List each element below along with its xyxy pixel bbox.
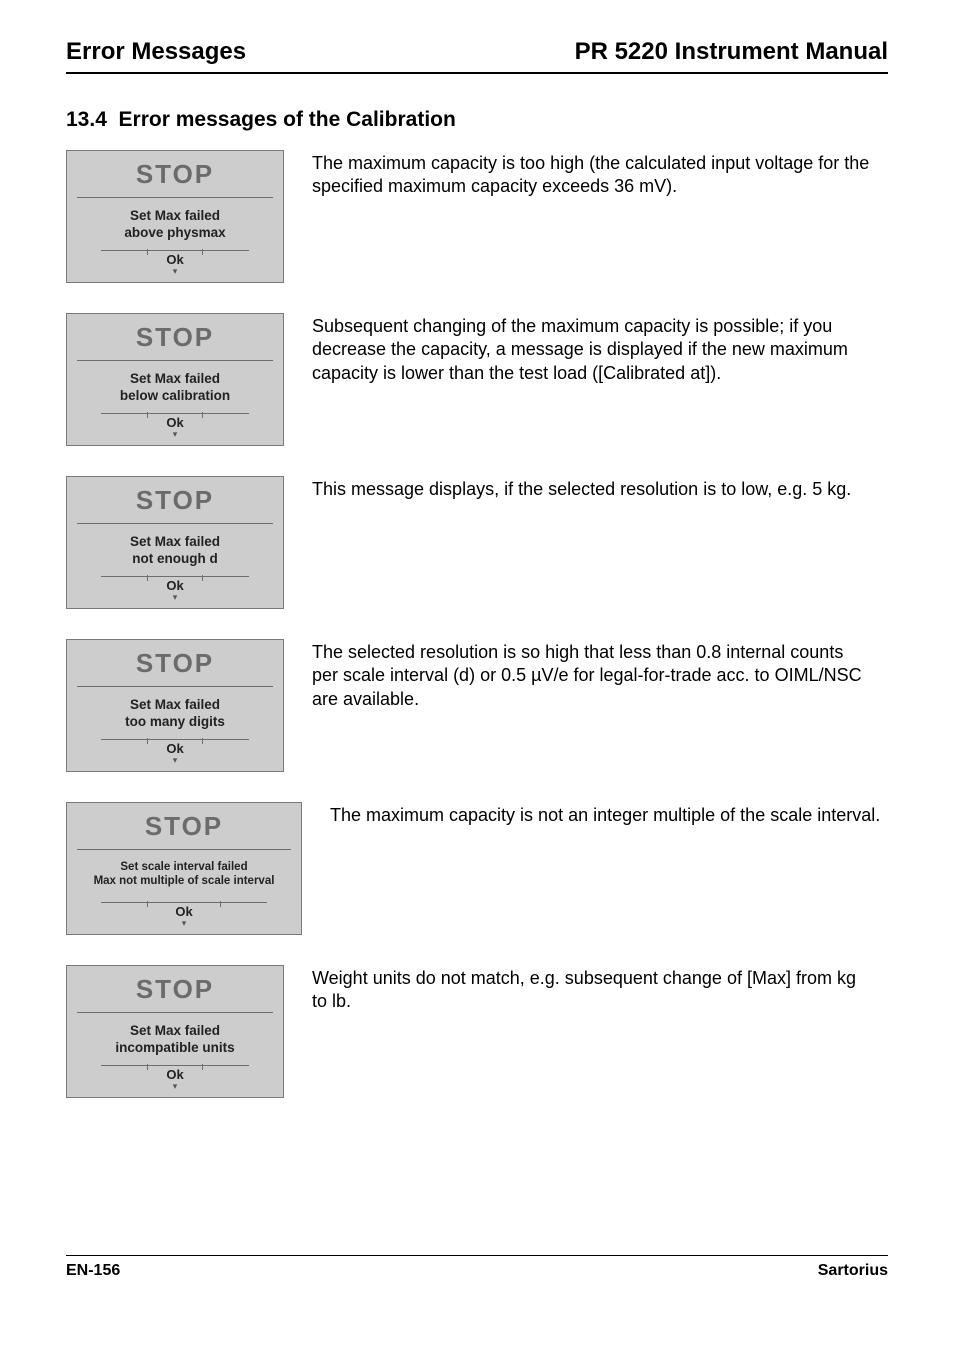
footer-page-number: EN-156 — [66, 1262, 120, 1280]
lcd-message-line2: not enough d — [132, 551, 217, 566]
chevron-down-icon: ▾ — [77, 756, 273, 765]
divider — [101, 739, 249, 740]
lcd-message-line1: Set Max failed — [130, 697, 220, 712]
lcd-message-line2: too many digits — [125, 714, 225, 729]
lcd-ok-row: Ok▾ — [77, 1065, 273, 1093]
lcd-message-line2: below calibration — [120, 388, 230, 403]
lcd-message: Set Max failed above physmax — [77, 208, 273, 242]
lcd-ok-row: Ok▾ — [77, 739, 273, 767]
error-description: The maximum capacity is too high (the ca… — [312, 150, 872, 199]
lcd-message-line1: Set scale interval failed — [120, 861, 247, 873]
lcd-dialog: STOP Set Max failed too many digits Ok▾ — [66, 639, 284, 772]
lcd-ok-row: Ok▾ — [77, 576, 273, 604]
error-entry: STOP Set Max failed above physmax Ok▾ The ma… — [66, 150, 888, 283]
lcd-dialog: STOP Set Max failed above physmax Ok▾ — [66, 150, 284, 283]
lcd-message-line2: incompatible units — [115, 1040, 234, 1055]
divider — [77, 523, 273, 524]
ok-button[interactable]: Ok — [77, 415, 273, 430]
error-entry: STOP Set Max failed below calibration Ok▾ Su… — [66, 313, 888, 446]
divider — [77, 849, 291, 850]
lcd-dialog: STOP Set Max failed not enough d Ok▾ — [66, 476, 284, 609]
divider — [77, 1012, 273, 1013]
page-footer: EN-156 Sartorius — [66, 1255, 888, 1280]
ok-button[interactable]: Ok — [77, 1067, 273, 1082]
divider — [101, 413, 249, 414]
lcd-stop-label: STOP — [77, 976, 273, 1006]
lcd-message-line1: Set Max failed — [130, 534, 220, 549]
divider — [77, 360, 273, 361]
error-description: The maximum capacity is not an integer m… — [330, 802, 880, 827]
section-heading: 13.4 Error messages of the Calibration — [66, 108, 888, 132]
lcd-stop-label: STOP — [77, 650, 273, 680]
lcd-dialog: STOP Set Max failed below calibration Ok▾ — [66, 313, 284, 446]
error-entry: STOP Set Max failed incompatible units Ok▾ W… — [66, 965, 888, 1098]
error-entry: STOP Set Max failed too many digits Ok▾ The … — [66, 639, 888, 772]
lcd-message-line2: Max not multiple of scale interval — [94, 875, 275, 887]
error-entry: STOP Set Max failed not enough d Ok▾ This me… — [66, 476, 888, 609]
section-number: 13.4 — [66, 108, 107, 131]
ok-button[interactable]: Ok — [77, 741, 273, 756]
lcd-message: Set scale interval failed Max not multipl… — [77, 860, 291, 894]
divider — [77, 686, 273, 687]
lcd-message-line2: above physmax — [124, 225, 225, 240]
error-entry: STOP Set scale interval failed Max not mul… — [66, 802, 888, 935]
divider — [101, 576, 249, 577]
lcd-message: Set Max failed incompatible units — [77, 1023, 273, 1057]
page-header: Error Messages PR 5220 Instrument Manual — [66, 38, 888, 74]
page: Error Messages PR 5220 Instrument Manual… — [0, 0, 954, 1350]
section-title-text: Error messages of the Calibration — [119, 108, 456, 131]
lcd-message: Set Max failed not enough d — [77, 534, 273, 568]
lcd-ok-row: Ok▾ — [77, 250, 273, 278]
chevron-down-icon: ▾ — [77, 1082, 273, 1091]
lcd-ok-row: Ok▾ — [77, 413, 273, 441]
chevron-down-icon: ▾ — [77, 430, 273, 439]
divider — [101, 250, 249, 251]
lcd-message-line1: Set Max failed — [130, 371, 220, 386]
chevron-down-icon: ▾ — [77, 593, 273, 602]
lcd-stop-label: STOP — [77, 161, 273, 191]
lcd-dialog: STOP Set Max failed incompatible units Ok▾ — [66, 965, 284, 1098]
divider — [77, 197, 273, 198]
divider — [101, 1065, 249, 1066]
divider — [101, 902, 267, 903]
error-description: Weight units do not match, e.g. subseque… — [312, 965, 872, 1014]
lcd-message-line1: Set Max failed — [130, 208, 220, 223]
lcd-stop-label: STOP — [77, 324, 273, 354]
lcd-message-line1: Set Max failed — [130, 1023, 220, 1038]
chevron-down-icon: ▾ — [77, 919, 291, 928]
error-description: Subsequent changing of the maximum capac… — [312, 313, 872, 385]
error-description: This message displays, if the selected r… — [312, 476, 851, 501]
error-description: The selected resolution is so high that … — [312, 639, 872, 711]
lcd-dialog: STOP Set scale interval failed Max not mul… — [66, 802, 302, 935]
header-left: Error Messages — [66, 38, 246, 66]
error-entries: STOPSet Max failedabove physmaxOk▾The ma… — [66, 150, 888, 1098]
lcd-stop-label: STOP — [77, 487, 273, 517]
chevron-down-icon: ▾ — [77, 267, 273, 276]
ok-button[interactable]: Ok — [77, 578, 273, 593]
ok-button[interactable]: Ok — [77, 252, 273, 267]
lcd-message: Set Max failed below calibration — [77, 371, 273, 405]
lcd-message: Set Max failed too many digits — [77, 697, 273, 731]
lcd-stop-label: STOP — [77, 813, 291, 843]
ok-button[interactable]: Ok — [77, 904, 291, 919]
footer-brand: Sartorius — [818, 1262, 888, 1280]
header-right: PR 5220 Instrument Manual — [575, 38, 888, 66]
lcd-ok-row: Ok▾ — [77, 902, 291, 930]
